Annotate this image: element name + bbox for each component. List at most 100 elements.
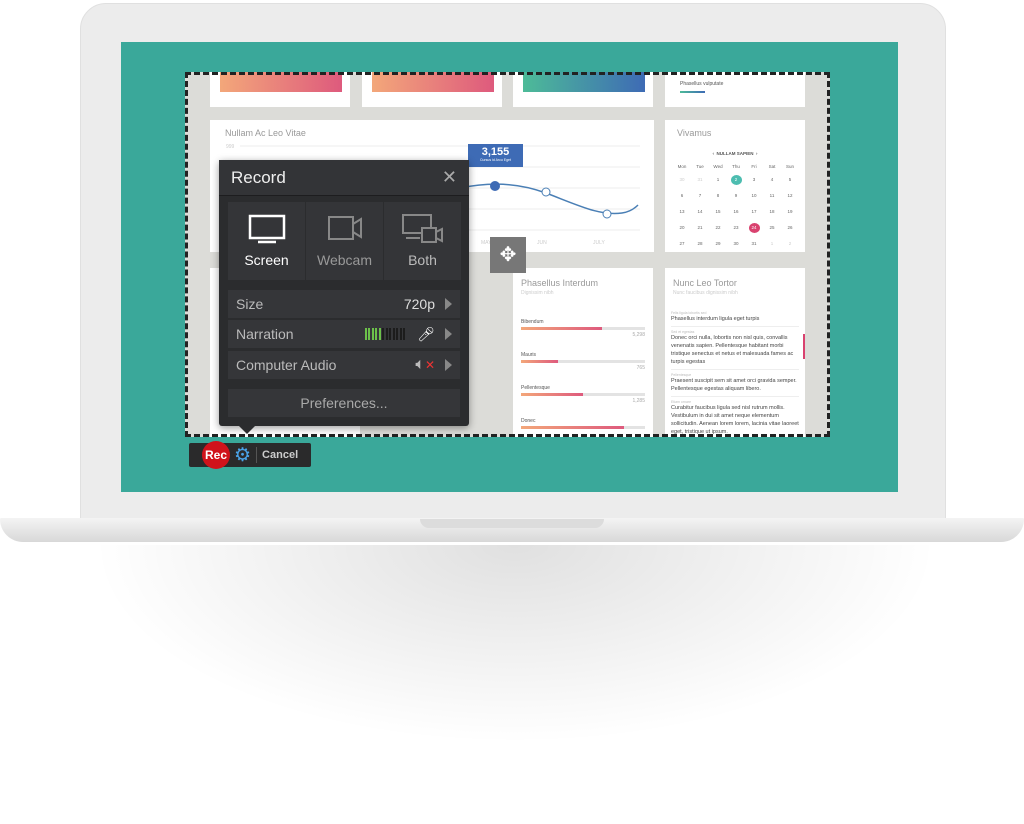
calendar-day[interactable]: 29	[709, 239, 727, 249]
chevron-right-icon	[445, 298, 452, 310]
mode-label: Screen	[244, 252, 289, 268]
calendar-weekday: Wed	[713, 164, 723, 169]
chevron-right-icon	[445, 328, 452, 340]
calendar-day[interactable]: 24	[748, 223, 760, 233]
bar-item: Pellentesque 1,285	[521, 385, 645, 404]
calendar-day[interactable]: 4	[763, 175, 781, 185]
speaker-muted-icon: 🔈︎✕	[415, 356, 435, 373]
calendar-day[interactable]: 23	[727, 223, 745, 233]
calendar-day[interactable]: 21	[691, 223, 709, 233]
bars-card: Phasellus Interdum Dignissim nibh Bibend…	[513, 268, 653, 437]
calendar-day[interactable]: 1	[763, 239, 781, 249]
x-label: JULY	[593, 240, 605, 246]
calendar-day[interactable]: 19	[781, 207, 799, 217]
bar-fill	[521, 360, 559, 363]
calendar-weekday: Thu	[732, 164, 740, 169]
bar-item: Mauris 765	[521, 352, 645, 371]
mode-screen-button[interactable]: Screen	[228, 202, 305, 280]
laptop-shadow	[90, 545, 940, 745]
mode-both-button[interactable]: Both	[384, 202, 461, 280]
level-segment	[364, 328, 367, 340]
level-segment	[382, 328, 385, 340]
calendar-day[interactable]: 11	[763, 191, 781, 201]
bar-value: 1,285	[632, 398, 645, 404]
record-header: Record ✕	[219, 160, 469, 196]
card-area-3	[513, 72, 653, 107]
calendar-day[interactable]: 31	[745, 239, 763, 249]
computer-audio-row[interactable]: Computer Audio 🔈︎✕	[228, 351, 460, 379]
calendar-day[interactable]: 30	[673, 175, 691, 185]
narration-level-meter	[364, 328, 406, 340]
gear-icon[interactable]: ⚙	[234, 444, 251, 467]
chart-tooltip: 3,155 Cursus id Arcu Eget	[468, 144, 523, 167]
calendar-day[interactable]: 2	[730, 175, 742, 185]
calendar-day[interactable]: 1	[709, 175, 727, 185]
calendar-day[interactable]: 22	[709, 223, 727, 233]
preferences-label: Preferences...	[300, 395, 388, 411]
news-text: Curabitur faucibus ligula sed nisl rutru…	[671, 405, 799, 435]
calendar-weekday: Fri	[751, 164, 757, 169]
calendar-day[interactable]: 13	[673, 207, 691, 217]
calendar-weekday: Tue	[696, 164, 704, 169]
bar-item: Donec	[521, 418, 645, 431]
news-item[interactable]: Sed et egestas Donec orci nulla, loborti…	[671, 327, 799, 370]
calendar-day[interactable]: 28	[691, 239, 709, 249]
calendar-day[interactable]: 8	[709, 191, 727, 201]
level-segment	[375, 328, 378, 340]
calendar-day[interactable]: 12	[781, 191, 799, 201]
bar-label: Mauris	[521, 352, 537, 358]
calendar-day[interactable]: 2	[781, 239, 799, 249]
bar-fill	[521, 393, 583, 396]
news-card-title: Nunc Leo Tortor	[673, 278, 737, 288]
level-segment	[396, 328, 399, 340]
calendar-card: Vivamus ‹ NULLAM SAPIEN › Mon Tue Wed Thu Fr…	[665, 120, 805, 252]
calendar-day[interactable]: 15	[709, 207, 727, 217]
card-legend: Phasellus vulputate	[665, 72, 805, 107]
calendar-day[interactable]: 14	[691, 207, 709, 217]
rec-button[interactable]: Rec	[202, 441, 230, 469]
level-segment	[403, 328, 406, 340]
news-scrollbar[interactable]	[803, 334, 805, 359]
calendar-day[interactable]: 26	[781, 223, 799, 233]
calendar-day[interactable]: 27	[673, 239, 691, 249]
size-row[interactable]: Size 720p	[228, 290, 460, 318]
size-label: Size	[236, 296, 264, 312]
level-segment	[378, 328, 381, 340]
move-handle[interactable]: ✥	[490, 237, 526, 273]
calendar-day[interactable]: 17	[745, 207, 763, 217]
calendar-day[interactable]: 25	[763, 223, 781, 233]
calendar-day[interactable]: 6	[673, 191, 691, 201]
cancel-button[interactable]: Cancel	[262, 449, 298, 461]
preferences-button[interactable]: Preferences...	[228, 389, 460, 417]
record-title: Record	[231, 167, 286, 187]
calendar-day[interactable]: 7	[691, 191, 709, 201]
calendar-day[interactable]: 31	[691, 175, 709, 185]
calendar-weekday: Sat	[768, 164, 776, 169]
chevron-right-icon	[445, 359, 452, 371]
news-item[interactable]: Pellentesque Praesent suscipit sem sit a…	[671, 370, 799, 397]
calendar-day[interactable]: 16	[727, 207, 745, 217]
calendar-day[interactable]: 20	[673, 223, 691, 233]
tooltip-subtitle: Cursus id Arcu Eget	[480, 158, 511, 162]
news-item[interactable]: Etiam ornare Curabitur faucibus ligula s…	[671, 397, 799, 437]
news-text: Donec orci nulla, lobortis non nisl quis…	[671, 335, 794, 365]
calendar-day[interactable]: 9	[727, 191, 745, 201]
calendar-month-nav[interactable]: ‹ NULLAM SAPIEN ›	[665, 151, 805, 156]
screen-and-webcam-icon	[401, 214, 443, 243]
news-item[interactable]: Felis ligula lobortis sed Phasellus inte…	[671, 308, 799, 327]
calendar-day[interactable]: 3	[745, 175, 763, 185]
chart-point	[602, 209, 612, 219]
card-area-2	[362, 72, 502, 107]
calendar-day[interactable]: 5	[781, 175, 799, 185]
calendar-day[interactable]: 30	[727, 239, 745, 249]
level-segment	[368, 328, 371, 340]
bars-card-subtitle: Dignissim nibh	[521, 290, 554, 296]
close-icon[interactable]: ✕	[442, 167, 457, 188]
narration-row[interactable]: Narration 🎤︎	[228, 320, 460, 348]
level-segment	[392, 328, 395, 340]
mode-webcam-button[interactable]: Webcam	[306, 202, 383, 280]
calendar-month: NULLAM SAPIEN	[716, 151, 754, 156]
level-segment	[371, 328, 374, 340]
calendar-day[interactable]: 18	[763, 207, 781, 217]
calendar-day[interactable]: 10	[745, 191, 763, 201]
